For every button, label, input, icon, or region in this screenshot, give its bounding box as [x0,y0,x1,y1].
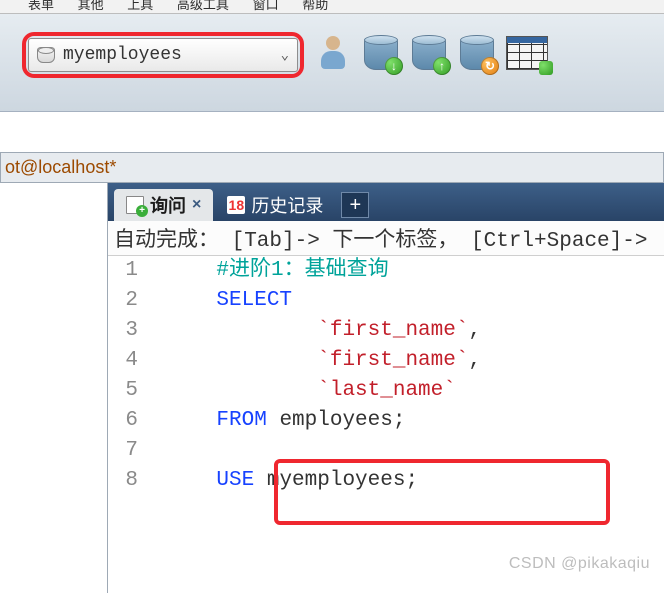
menu-bar: 表单 其他 上具 高级工具 窗口 帮助 [0,0,664,14]
database-selector-value: myemployees [63,45,273,65]
code-text: USE myemployees; [166,466,418,496]
menu-item[interactable]: 表单 [28,0,54,13]
line-number: 3 [110,316,166,346]
line-number: 6 [110,406,166,436]
connection-tab[interactable]: ot@localhost* [0,152,664,182]
editor-pane: 询问 × 18 历史记录 + 自动完成： [Tab]-> 下一个标签， [Ctr… [108,182,664,593]
line-number: 4 [110,346,166,376]
close-icon[interactable]: × [192,196,201,214]
grid-icon[interactable] [506,36,548,70]
menu-item[interactable]: 窗口 [253,0,279,13]
tab-query[interactable]: 询问 × [114,189,213,221]
code-line[interactable]: 6 FROM employees; [110,406,664,436]
code-line[interactable]: 4 `first_name`, [110,346,664,376]
db-upload-icon[interactable]: ↑ [410,34,448,72]
user-icon[interactable] [314,34,352,72]
database-icon [37,47,55,63]
code-text: `first_name`, [166,346,481,376]
code-text: `first_name`, [166,316,481,346]
editor-tab-strip: 询问 × 18 历史记录 + [108,183,664,221]
code-text: `last_name` [166,376,456,406]
menu-item[interactable]: 帮助 [302,0,328,13]
code-line[interactable]: 1 #进阶1：基础查询 [110,256,664,286]
tab-history-label: 历史记录 [251,192,323,218]
db-refresh-icon[interactable]: ↻ [458,34,496,72]
spacer [0,112,664,152]
autocomplete-hint: 自动完成： [Tab]-> 下一个标签， [Ctrl+Space]-> [108,221,664,256]
code-line[interactable]: 3 `first_name`, [110,316,664,346]
query-icon [126,196,144,214]
tab-history[interactable]: 18 历史记录 [215,189,335,221]
add-tab-button[interactable]: + [341,192,369,218]
object-browser[interactable] [0,182,108,593]
code-line[interactable]: 2 SELECT [110,286,664,316]
database-selector[interactable]: myemployees ⌄ [28,38,298,72]
menu-item[interactable]: 上具 [127,0,153,13]
code-line[interactable]: 5 `last_name` [110,376,664,406]
tab-query-label: 询问 [150,192,186,218]
chevron-down-icon: ⌄ [281,47,289,64]
code-text: SELECT [166,286,292,316]
code-line[interactable]: 7 [110,436,664,466]
line-number: 1 [110,256,166,286]
line-number: 5 [110,376,166,406]
code-text: #进阶1：基础查询 [166,256,389,286]
menu-item[interactable]: 其他 [78,0,104,13]
calendar-icon: 18 [227,196,245,214]
watermark: CSDN @pikakaqiu [509,555,650,573]
code-text: FROM employees; [166,406,405,436]
db-download-icon[interactable]: ↓ [362,34,400,72]
toolbar: myemployees ⌄ ↓ ↑ ↻ [0,14,664,112]
connection-label: ot@localhost* [5,157,116,178]
line-number: 2 [110,286,166,316]
code-line[interactable]: 8 USE myemployees; [110,466,664,496]
menu-item[interactable]: 高级工具 [177,0,229,13]
line-number: 7 [110,436,166,466]
highlight-box-db: myemployees ⌄ [22,32,304,78]
line-number: 8 [110,466,166,496]
sql-editor[interactable]: 1 #进阶1：基础查询2 SELECT3 `first_name`,4 `fir… [108,256,664,593]
